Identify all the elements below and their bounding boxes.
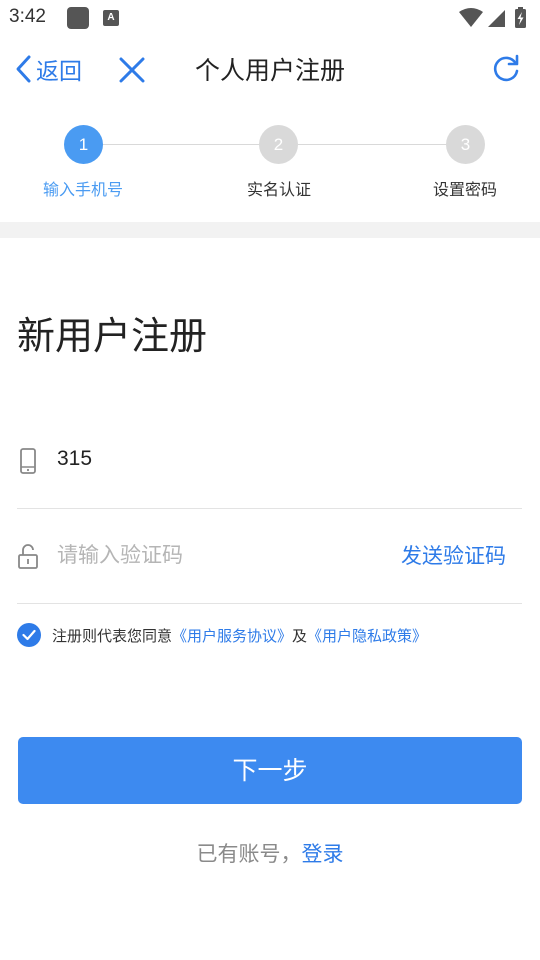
step-1-circle: 1 (64, 125, 103, 164)
status-icons (459, 7, 526, 28)
refresh-icon (493, 54, 519, 82)
next-step-button[interactable]: 下一步 (18, 737, 522, 804)
wifi-icon (459, 8, 483, 27)
checkmark-icon (22, 629, 36, 641)
mobile-phone-icon (20, 448, 36, 474)
phone-field[interactable]: 315 (17, 414, 522, 509)
send-code-button[interactable]: 发送验证码 (401, 540, 506, 570)
phone-value[interactable]: 315 (57, 447, 92, 471)
section-divider (0, 222, 540, 238)
font-app-notification-icon: A (103, 10, 119, 26)
step-3-circle: 3 (446, 125, 485, 164)
step-2-label: 实名认证 (246, 180, 311, 199)
privacy-policy-link[interactable]: 《用户隐私政策》 (307, 627, 427, 645)
verification-code-input[interactable] (57, 537, 357, 573)
verification-code-field: 发送验证码 (17, 509, 522, 604)
agreement-checkbox[interactable] (17, 623, 41, 647)
nav-bar: 返回 个人用户注册 (0, 36, 540, 102)
login-prompt: 已有账号，登录 (0, 838, 540, 868)
battery-charging-icon (515, 7, 526, 28)
step-connector-2-3 (298, 144, 446, 145)
step-3-label: 设置密码 (432, 180, 497, 199)
step-1-label: 输入手机号 (42, 180, 123, 199)
step-2-circle: 2 (259, 125, 298, 164)
agreement-prefix: 注册则代表您同意 (52, 626, 173, 645)
agreement-row: 注册则代表您同意《用户服务协议》及《用户隐私政策》 (17, 622, 527, 648)
page-title: 个人用户注册 (194, 56, 345, 85)
refresh-button[interactable] (490, 53, 522, 85)
step-connector-1-2 (102, 144, 259, 145)
service-agreement-link[interactable]: 《用户服务协议》 (172, 627, 292, 645)
app-notification-icon (67, 7, 89, 29)
agreement-connector: 及 (292, 626, 308, 645)
lock-icon (18, 544, 38, 569)
cellular-signal-icon (488, 10, 505, 27)
status-time: 3:42 (9, 6, 46, 27)
status-bar: 3:42 A (0, 0, 540, 36)
form-title: 新用户注册 (17, 314, 208, 358)
step-indicator: 1 输入手机号 2 实名认证 3 设置密码 (0, 102, 540, 222)
login-link[interactable]: 登录 (302, 842, 344, 866)
login-prompt-text: 已有账号， (196, 842, 302, 866)
agreement-text: 注册则代表您同意《用户服务协议》及《用户隐私政策》 (52, 625, 427, 646)
